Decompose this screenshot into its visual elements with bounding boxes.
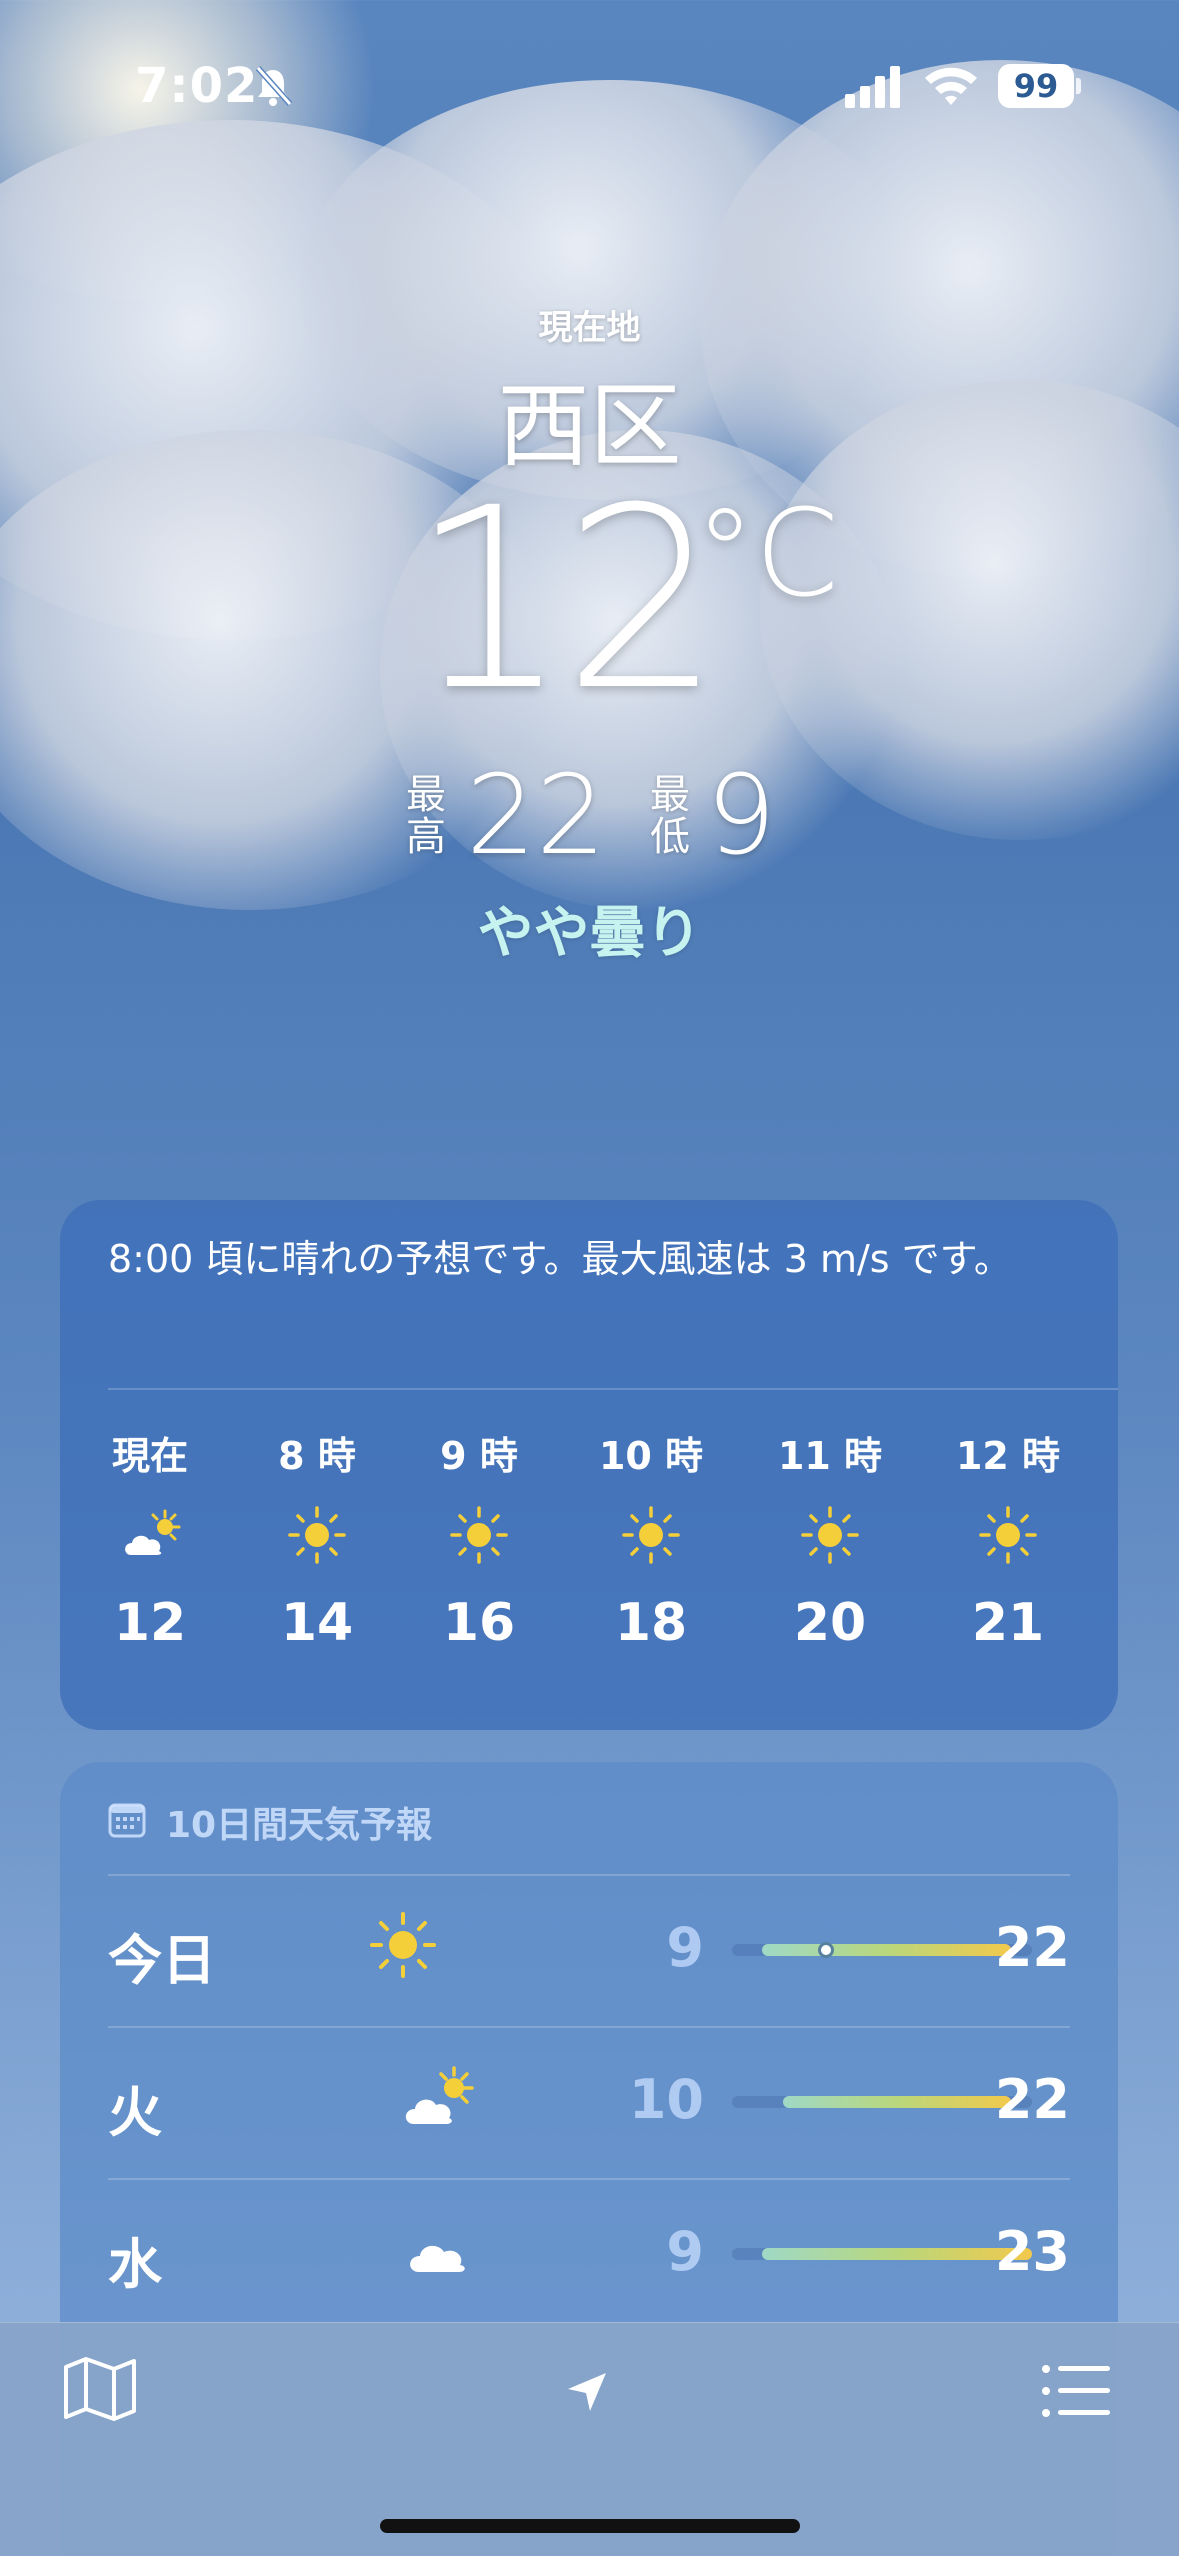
- bottom-toolbar: [0, 2322, 1179, 2556]
- day-name: 今日: [108, 1929, 216, 1992]
- cellular-signal-icon: [845, 66, 900, 108]
- current-temperature: 12 °C: [410, 470, 860, 730]
- day-high: 22: [994, 1916, 1070, 1979]
- divider: [108, 1388, 1118, 1390]
- hourly-summary: 8:00 頃に晴れの予想です。最大風速は 3 m/s です。: [108, 1237, 1012, 1281]
- temperature-unit: °C: [695, 485, 839, 624]
- hourly-forecast-card[interactable]: 8:00 頃に晴れの予想です。最大風速は 3 m/s です。 現在 12 8 時…: [60, 1200, 1118, 1730]
- cloud-icon: [410, 2245, 465, 2272]
- battery-icon: 99: [998, 64, 1074, 108]
- home-indicator: [380, 2519, 800, 2533]
- map-icon[interactable]: [62, 2355, 138, 2423]
- hour-label: 8 時: [278, 1434, 356, 1478]
- hour-label: 11 時: [777, 1434, 883, 1478]
- hour-temp: 14: [280, 1593, 354, 1653]
- temperature-range-fill: [762, 2248, 1032, 2260]
- hour-temp: 21: [971, 1593, 1045, 1653]
- temperature-range-fill: [783, 2096, 1011, 2108]
- sun-icon: [288, 1506, 346, 1564]
- hour-temp: 18: [614, 1593, 688, 1653]
- hour-temp: 16: [442, 1593, 516, 1653]
- day-row-tue[interactable]: 火 10 22: [108, 2028, 1070, 2178]
- status-time: 7:02: [135, 58, 259, 114]
- high-value: 22: [466, 751, 606, 879]
- daily-title: 10日間天気予報: [166, 1805, 433, 1846]
- partly-cloudy-icon: [125, 1509, 181, 1555]
- sun-icon: [801, 1506, 859, 1564]
- sun-icon: [622, 1506, 680, 1564]
- day-row-wed[interactable]: 水 9 23: [108, 2180, 1070, 2330]
- temperature-value: 12: [410, 454, 722, 745]
- temperature-range-bar: [732, 2248, 1032, 2260]
- day-low: 9: [666, 1916, 704, 1979]
- location-arrow-icon[interactable]: [560, 2365, 614, 2419]
- sun-icon: [450, 1506, 508, 1564]
- sun-icon: [979, 1506, 1037, 1564]
- wifi-icon: [925, 67, 977, 105]
- list-icon[interactable]: [1040, 2361, 1112, 2421]
- day-low: 9: [666, 2220, 704, 2283]
- calendar-icon: [108, 1803, 146, 1838]
- temperature-range-bar: [732, 2096, 1032, 2108]
- sun-icon: [370, 1912, 436, 1978]
- high-label: 最高: [406, 772, 446, 860]
- temperature-range-bar: [732, 1942, 1032, 1958]
- hour-label: 10 時: [598, 1434, 704, 1478]
- temperature-range-fill: [762, 1944, 1011, 1956]
- status-bar: 7:02 99: [0, 0, 1179, 160]
- hour-temp: 12: [113, 1593, 187, 1653]
- hour-temp: 20: [793, 1593, 867, 1653]
- high-temperature: 最高 22: [404, 751, 606, 879]
- day-name: 火: [108, 2081, 162, 2144]
- day-high: 22: [994, 2068, 1070, 2131]
- day-low: 10: [628, 2068, 704, 2131]
- low-temperature: 最低 9: [648, 760, 788, 870]
- battery-cap: [1076, 78, 1081, 94]
- day-row-today[interactable]: 今日 9 22: [108, 1876, 1070, 2026]
- low-value: 9: [706, 751, 776, 879]
- bell-slash-icon: [255, 66, 293, 106]
- day-name: 水: [108, 2233, 162, 2296]
- low-label: 最低: [650, 772, 690, 860]
- day-high: 23: [994, 2220, 1070, 2283]
- location-label: 現在地: [538, 308, 641, 348]
- weather-condition: やや曇り: [477, 901, 702, 966]
- hour-label: 9 時: [440, 1434, 518, 1478]
- hour-label: 現在: [111, 1434, 188, 1478]
- hour-label: 12 時: [955, 1434, 1061, 1478]
- partly-cloudy-icon: [405, 2066, 474, 2124]
